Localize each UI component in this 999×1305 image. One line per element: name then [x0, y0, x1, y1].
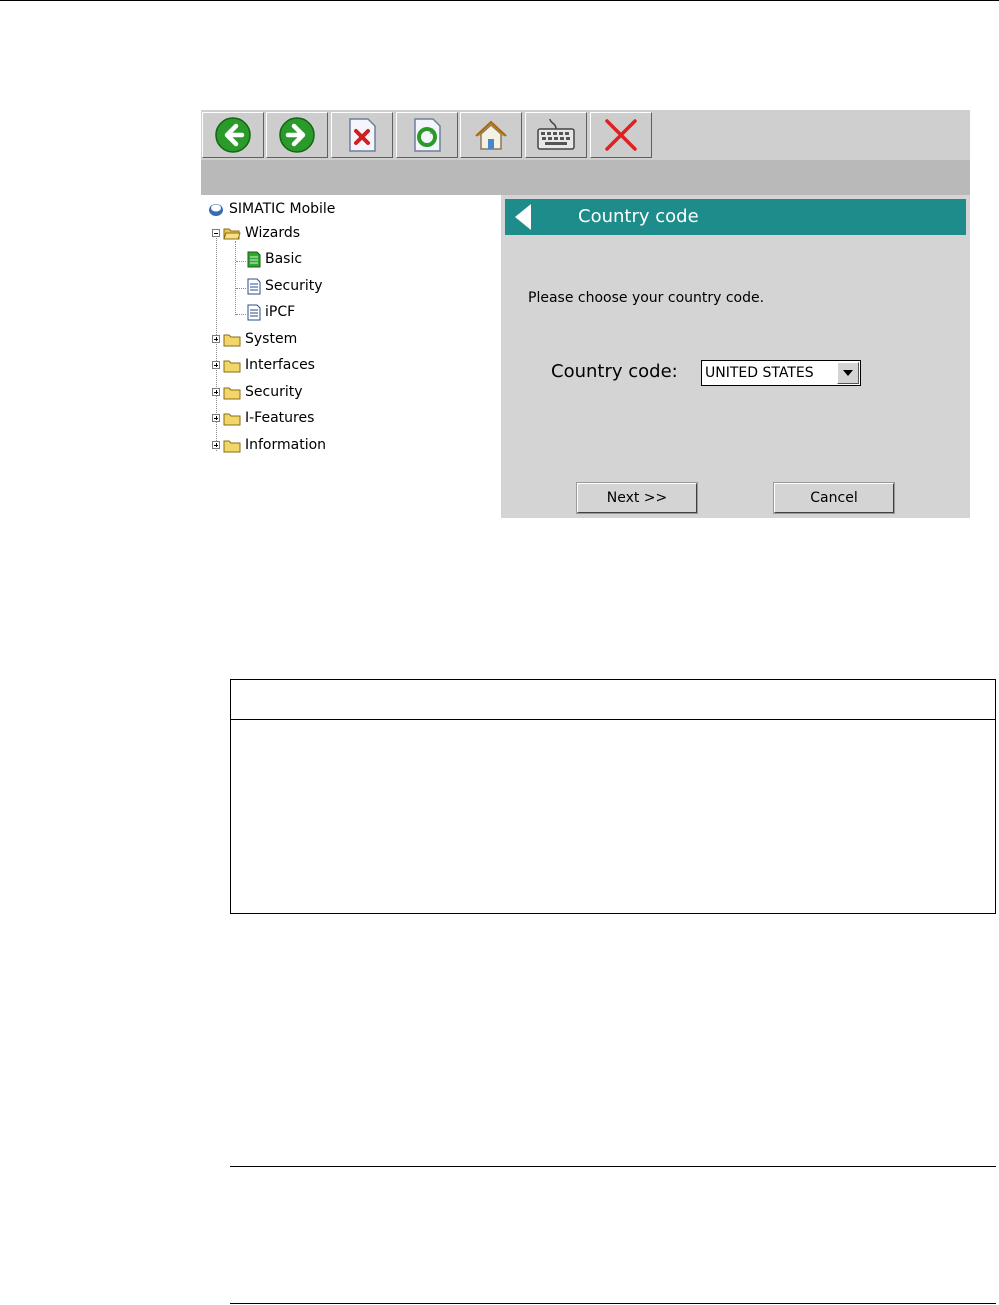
- tree-item-label: I-Features: [245, 410, 315, 426]
- expand-icon[interactable]: [212, 441, 220, 449]
- arrow-left-icon: [215, 117, 251, 153]
- home-button[interactable]: [460, 112, 522, 158]
- keyboard-button[interactable]: [525, 112, 587, 158]
- folder-icon: [223, 334, 241, 346]
- country-code-select[interactable]: UNITED STATES: [701, 360, 861, 386]
- pane-title: Country code: [578, 206, 699, 227]
- toolbar: [201, 110, 970, 160]
- refresh-button[interactable]: [396, 112, 458, 158]
- tree-connector: [236, 261, 246, 262]
- expand-icon[interactable]: [212, 361, 220, 369]
- collapse-icon[interactable]: [212, 229, 220, 237]
- tree-item-label: Security: [245, 384, 303, 400]
- back-arrow-icon[interactable]: [515, 204, 531, 230]
- forward-button[interactable]: [266, 112, 328, 158]
- navigation-tree: SIMATIC Mobile Wizards Basic Security iP…: [201, 195, 501, 518]
- close-button[interactable]: [590, 112, 652, 158]
- tree-item-basic[interactable]: Basic: [247, 248, 302, 270]
- tree-item-label: iPCF: [265, 304, 296, 320]
- tree-item-label: Basic: [265, 251, 303, 267]
- browser-window: SIMATIC Mobile Wizards Basic Security iP…: [201, 110, 970, 518]
- pane-header: Country code: [505, 199, 966, 235]
- folder-icon: [223, 387, 241, 399]
- instruction-text: Please choose your country code.: [528, 290, 765, 306]
- page-top-rule: [0, 0, 999, 1]
- tree-item-label: Security: [265, 278, 323, 294]
- tree-item-label: Interfaces: [245, 357, 315, 373]
- green-page-icon: [247, 251, 261, 267]
- folder-icon: [223, 440, 241, 452]
- expand-icon[interactable]: [212, 388, 220, 396]
- tree-item-security-wizard[interactable]: Security: [247, 275, 323, 297]
- keyboard-icon: [537, 118, 575, 150]
- page-icon: [247, 278, 261, 294]
- open-folder-icon: [223, 228, 241, 239]
- page-refresh-icon: [414, 118, 441, 152]
- tree-connector: [236, 314, 246, 315]
- tree-connector: [236, 288, 246, 289]
- back-button[interactable]: [202, 112, 264, 158]
- page-icon: [247, 304, 261, 320]
- tree-item-label: Wizards: [245, 225, 301, 241]
- table-header-divider: [231, 719, 995, 720]
- tree-item-system[interactable]: System: [212, 328, 297, 350]
- dropdown-arrow-icon[interactable]: [837, 362, 859, 384]
- content-pane: Country code Please choose your country …: [501, 195, 970, 518]
- tree-item-information[interactable]: Information: [212, 434, 326, 456]
- tree-item-label: Information: [245, 437, 327, 453]
- tree-item-wizards[interactable]: Wizards: [212, 222, 300, 244]
- folder-icon: [223, 360, 241, 372]
- expand-icon[interactable]: [212, 335, 220, 343]
- tree-item-interfaces[interactable]: Interfaces: [212, 354, 315, 376]
- empty-table: [230, 679, 996, 914]
- page-stop-icon: [349, 118, 376, 152]
- cancel-button[interactable]: Cancel: [773, 482, 895, 514]
- address-strip: [201, 160, 970, 195]
- expand-icon[interactable]: [212, 414, 220, 422]
- country-code-value: UNITED STATES: [705, 365, 814, 381]
- home-icon: [475, 120, 507, 150]
- device-icon: [209, 204, 223, 216]
- tree-item-ipcf[interactable]: iPCF: [247, 301, 295, 323]
- tree-item-i-features[interactable]: I-Features: [212, 407, 314, 429]
- tree-item-label: SIMATIC Mobile: [229, 201, 336, 217]
- tree-item-security[interactable]: Security: [212, 381, 303, 403]
- close-icon: [605, 119, 637, 151]
- tree-connector: [235, 241, 236, 315]
- arrow-right-icon: [279, 117, 315, 153]
- folder-icon: [223, 413, 241, 425]
- tree-item-simatic-mobile[interactable]: SIMATIC Mobile: [207, 198, 335, 220]
- next-button[interactable]: Next >>: [576, 482, 698, 514]
- stop-button[interactable]: [331, 112, 393, 158]
- tree-item-label: System: [245, 331, 298, 347]
- horizontal-rule: [230, 1303, 996, 1304]
- country-code-label: Country code:: [551, 361, 678, 382]
- horizontal-rule: [230, 1166, 996, 1167]
